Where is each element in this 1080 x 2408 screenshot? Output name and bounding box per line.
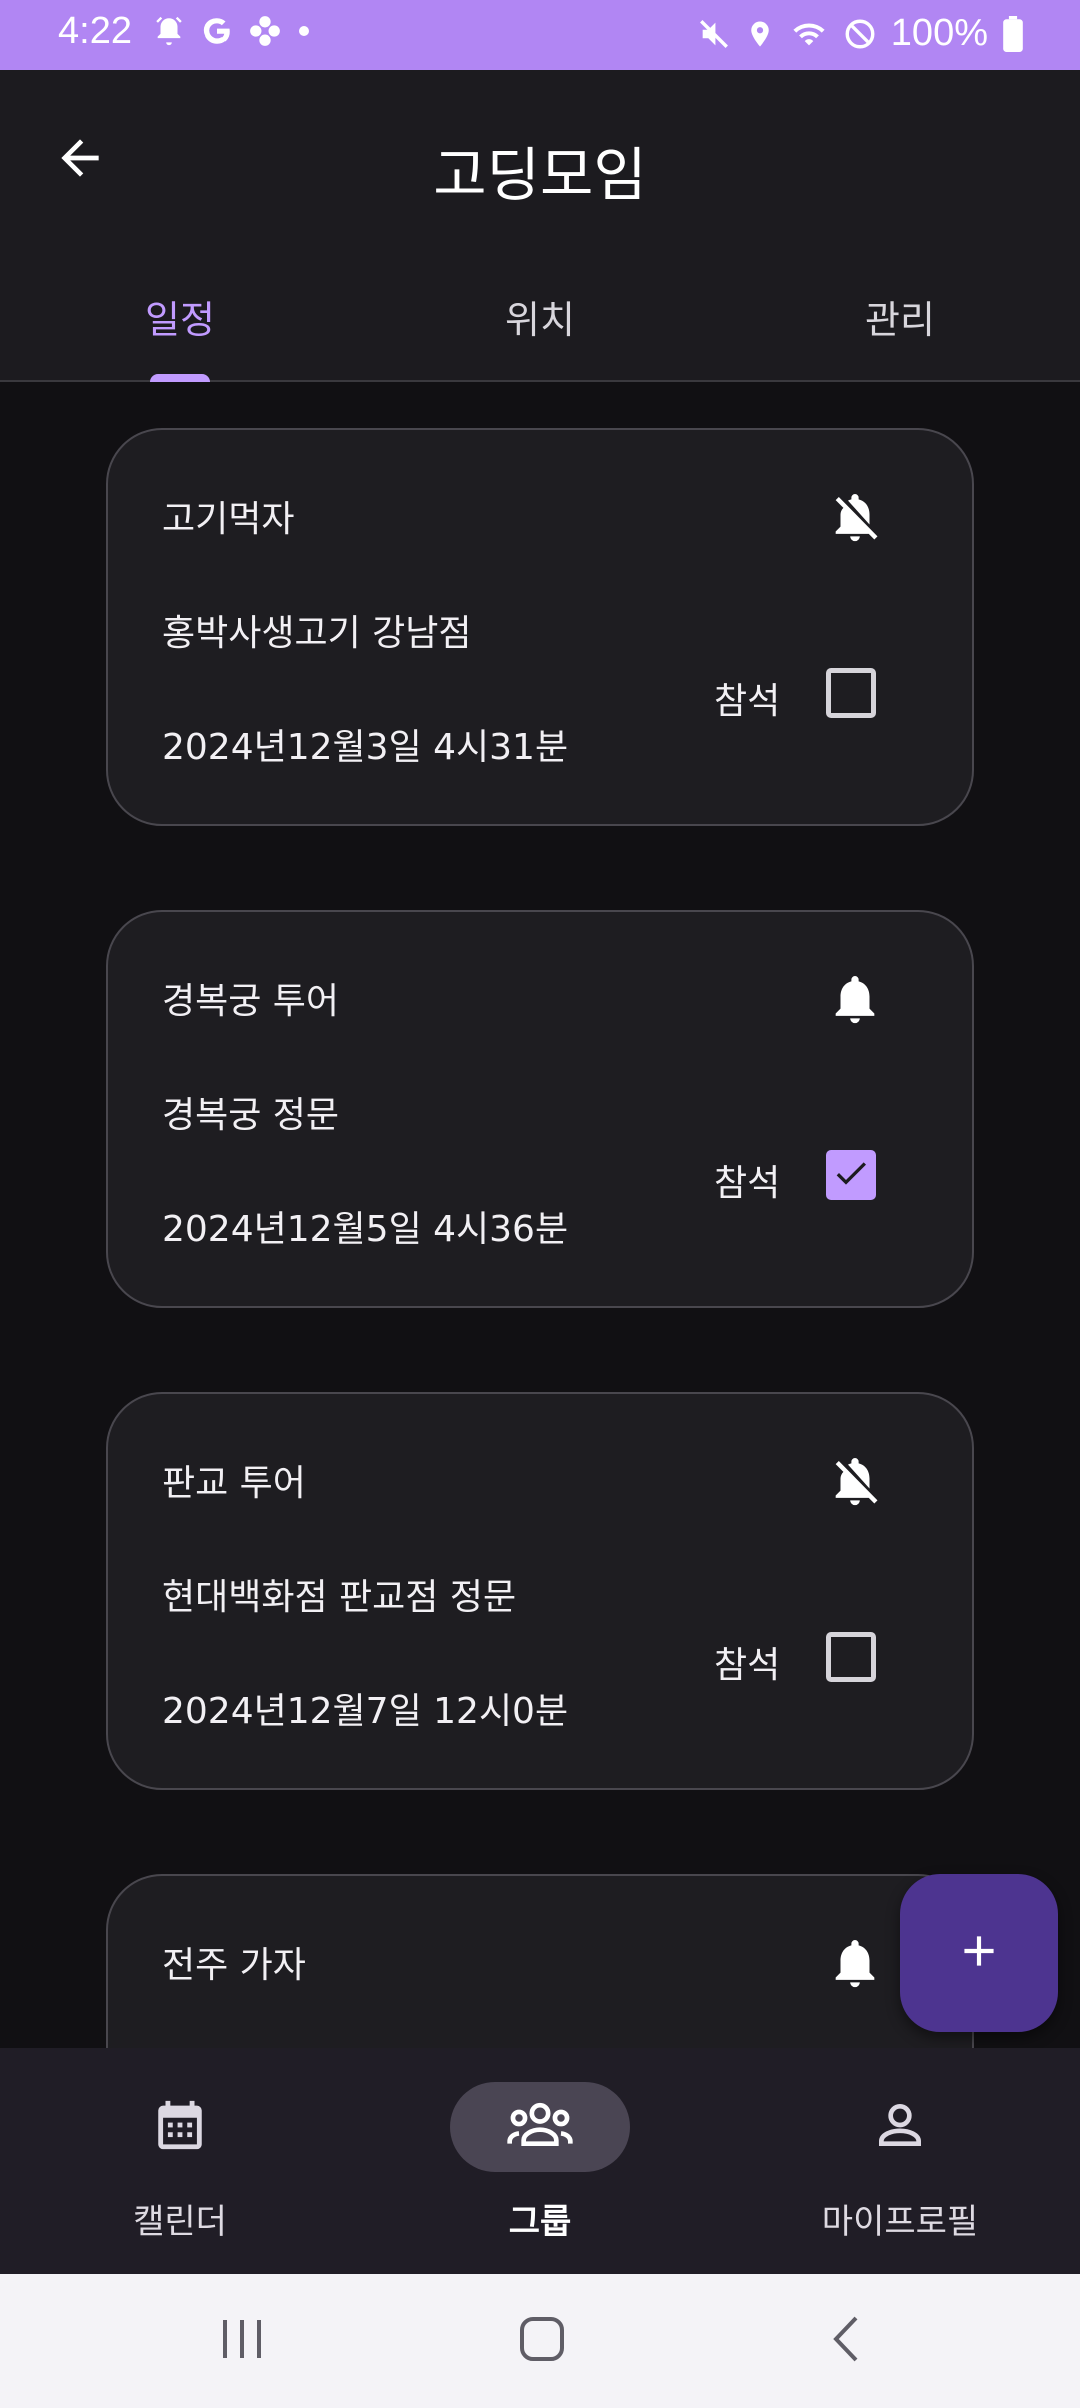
nav-item-group[interactable]: 그룹 bbox=[360, 2048, 720, 2274]
dnd-icon bbox=[843, 17, 877, 51]
nav-pill bbox=[90, 2082, 270, 2172]
event-card[interactable]: 경복궁 투어 경복궁 정문 참석 2024년12월5일 4시36분 bbox=[106, 910, 974, 1308]
wifi-icon bbox=[789, 17, 829, 51]
event-title: 경복궁 투어 bbox=[162, 981, 340, 1022]
screen: 4:22 100% 고딩모임 일정 위치 관리 고기먹자 홍박사생고기 강남점 … bbox=[0, 0, 1080, 2408]
check-icon bbox=[831, 1153, 871, 1197]
battery-icon bbox=[1002, 15, 1024, 52]
nav-label: 캘린더 bbox=[133, 2202, 227, 2242]
event-date: 2024년12월5일 4시36분 bbox=[162, 1209, 569, 1250]
system-back-button[interactable] bbox=[786, 2300, 906, 2382]
attend-checkbox[interactable] bbox=[826, 668, 876, 718]
bottom-navigation: 캘린더 그룹 마이프로필 bbox=[0, 2048, 1080, 2274]
bell-icon bbox=[826, 1932, 884, 1998]
bell-off-icon bbox=[826, 1450, 884, 1516]
dot-icon bbox=[296, 23, 312, 39]
attend-checkbox[interactable] bbox=[826, 1632, 876, 1682]
person-icon bbox=[872, 2097, 928, 2157]
event-card[interactable]: 고기먹자 홍박사생고기 강남점 참석 2024년12월3일 4시31분 bbox=[106, 428, 974, 826]
event-title: 판교 투어 bbox=[162, 1463, 306, 1504]
tab-location[interactable]: 위치 bbox=[360, 250, 720, 382]
attend-checkbox[interactable] bbox=[826, 1150, 876, 1200]
attend-label: 참석 bbox=[714, 1645, 781, 1686]
bell-off-icon bbox=[826, 486, 884, 552]
event-date: 2024년12월3일 4시31분 bbox=[162, 727, 569, 768]
nav-label: 그룹 bbox=[508, 2202, 572, 2242]
event-place: 경복궁 정문 bbox=[162, 1095, 340, 1136]
status-time: 4:22 bbox=[58, 10, 132, 52]
plus-icon bbox=[954, 1926, 1004, 1980]
event-title: 전주 가자 bbox=[162, 1945, 306, 1986]
nav-pill bbox=[810, 2082, 990, 2172]
add-event-button[interactable] bbox=[900, 1874, 1058, 2032]
back-icon bbox=[826, 2314, 866, 2368]
battery-percentage: 100% bbox=[890, 12, 988, 54]
status-right-icons: 100% bbox=[697, 12, 1024, 55]
bell-icon bbox=[826, 968, 884, 1034]
tab-label: 위치 bbox=[505, 297, 575, 342]
event-title: 고기먹자 bbox=[162, 499, 295, 540]
event-card[interactable]: 전주 가자 bbox=[106, 1874, 974, 2048]
calendar-icon bbox=[151, 2096, 209, 2158]
notification-toggle[interactable] bbox=[822, 1930, 888, 2000]
tab-manage[interactable]: 관리 bbox=[720, 250, 1080, 382]
recents-button[interactable] bbox=[182, 2300, 302, 2382]
event-place: 현대백화점 판교점 정문 bbox=[162, 1577, 517, 1618]
tab-bar: 일정 위치 관리 bbox=[0, 250, 1080, 382]
app-bar: 고딩모임 bbox=[0, 70, 1080, 250]
status-left-icons bbox=[152, 14, 312, 48]
mute-icon bbox=[697, 17, 731, 51]
location-icon bbox=[745, 17, 775, 51]
home-button[interactable] bbox=[482, 2300, 602, 2382]
tab-schedule[interactable]: 일정 bbox=[0, 250, 360, 382]
tab-indicator bbox=[150, 374, 210, 382]
nav-item-calendar[interactable]: 캘린더 bbox=[0, 2048, 360, 2274]
page-title: 고딩모임 bbox=[433, 141, 647, 209]
event-list[interactable]: 고기먹자 홍박사생고기 강남점 참석 2024년12월3일 4시31분 경복궁 … bbox=[0, 384, 1080, 2048]
tab-label: 일정 bbox=[145, 297, 215, 342]
group-icon bbox=[505, 2097, 575, 2157]
status-bar: 4:22 100% bbox=[0, 0, 1080, 70]
system-navigation-bar bbox=[0, 2274, 1080, 2408]
nav-label: 마이프로필 bbox=[821, 2202, 979, 2242]
attend-label: 참석 bbox=[714, 681, 781, 722]
event-date: 2024년12월7일 12시0분 bbox=[162, 1691, 569, 1732]
notification-toggle[interactable] bbox=[822, 1448, 888, 1518]
event-card[interactable]: 판교 투어 현대백화점 판교점 정문 참석 2024년12월7일 12시0분 bbox=[106, 1392, 974, 1790]
nav-pill bbox=[450, 2082, 630, 2172]
recents-icon bbox=[217, 2316, 267, 2366]
tab-label: 관리 bbox=[865, 297, 935, 342]
attend-label: 참석 bbox=[714, 1163, 781, 1204]
notification-toggle[interactable] bbox=[822, 484, 888, 554]
notification-toggle[interactable] bbox=[822, 966, 888, 1036]
alarm-icon bbox=[152, 14, 186, 48]
pinwheel-icon bbox=[248, 14, 282, 48]
home-icon bbox=[517, 2314, 567, 2368]
event-place: 홍박사생고기 강남점 bbox=[162, 613, 472, 654]
google-icon bbox=[200, 14, 234, 48]
nav-item-profile[interactable]: 마이프로필 bbox=[720, 2048, 1080, 2274]
